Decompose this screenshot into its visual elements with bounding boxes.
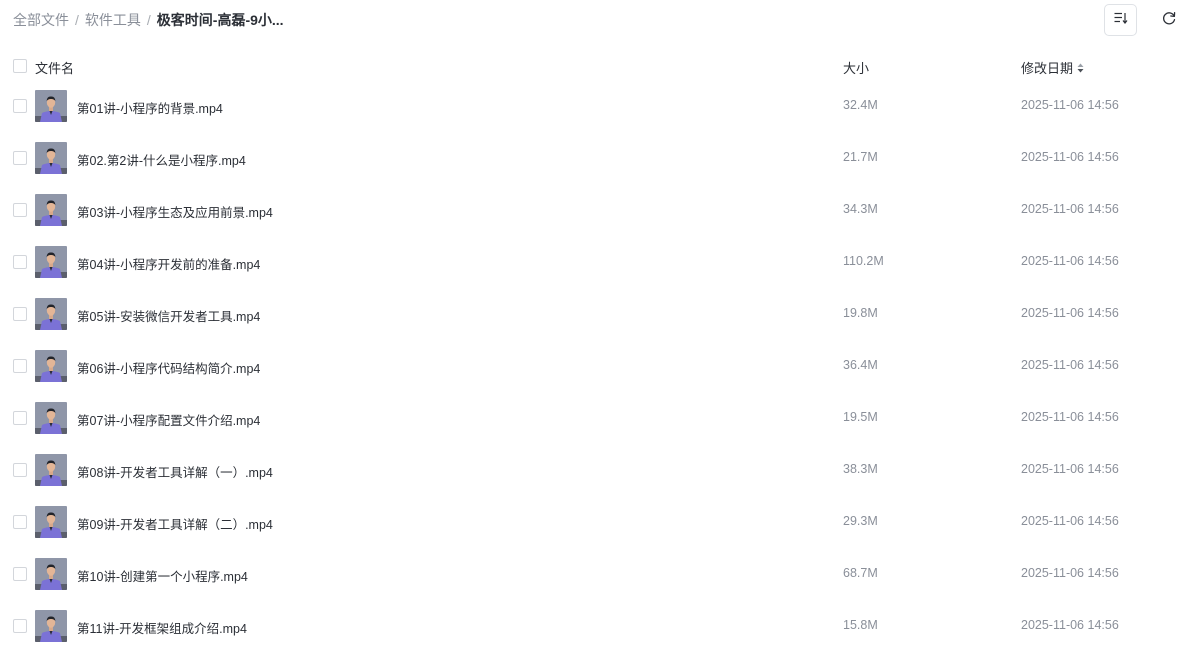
refresh-button[interactable]: [1158, 9, 1180, 31]
table-row[interactable]: 第09讲-开发者工具详解（二）.mp4 29.3M 2025-11-06 14:56: [0, 496, 1184, 548]
file-modified-date: 2025-11-06 14:56: [1021, 358, 1119, 372]
breadcrumb-separator: /: [75, 12, 79, 28]
video-thumbnail[interactable]: [35, 610, 67, 642]
breadcrumb-software-tools[interactable]: 软件工具: [85, 10, 141, 30]
table-header: 文件名 大小 修改日期: [0, 52, 1184, 80]
file-modified-date: 2025-11-06 14:56: [1021, 98, 1119, 112]
video-thumbnail[interactable]: [35, 350, 67, 382]
video-thumbnail[interactable]: [35, 506, 67, 538]
file-size: 36.4M: [843, 358, 878, 372]
file-size: 29.3M: [843, 514, 878, 528]
breadcrumb-current-folder: 极客时间-高磊-9小...: [156, 12, 284, 28]
table-row[interactable]: 第02.第2讲-什么是小程序.mp4 21.7M 2025-11-06 14:56: [0, 132, 1184, 184]
table-row[interactable]: 第01讲-小程序的背景.mp4 32.4M 2025-11-06 14:56: [0, 80, 1184, 132]
column-header-name[interactable]: 文件名: [35, 58, 74, 77]
refresh-icon: [1161, 10, 1177, 31]
video-thumbnail[interactable]: [35, 194, 67, 226]
sort-button[interactable]: [1104, 4, 1137, 36]
row-checkbox[interactable]: [13, 515, 27, 529]
file-size: 68.7M: [843, 566, 878, 580]
file-modified-date: 2025-11-06 14:56: [1021, 254, 1119, 268]
file-name[interactable]: 第06讲-小程序代码结构简介.mp4: [77, 358, 260, 377]
file-modified-date: 2025-11-06 14:56: [1021, 618, 1119, 632]
file-name[interactable]: 第07讲-小程序配置文件介绍.mp4: [77, 410, 260, 429]
sort-list-icon: [1114, 11, 1128, 29]
row-checkbox[interactable]: [13, 619, 27, 633]
table-row[interactable]: 第07讲-小程序配置文件介绍.mp4 19.5M 2025-11-06 14:56: [0, 392, 1184, 444]
row-checkbox[interactable]: [13, 359, 27, 373]
table-row[interactable]: 第05讲-安装微信开发者工具.mp4 19.8M 2025-11-06 14:56: [0, 288, 1184, 340]
file-modified-date: 2025-11-06 14:56: [1021, 566, 1119, 580]
row-checkbox[interactable]: [13, 203, 27, 217]
table-row[interactable]: 第04讲-小程序开发前的准备.mp4 110.2M 2025-11-06 14:56: [0, 236, 1184, 288]
table-row[interactable]: 第06讲-小程序代码结构简介.mp4 36.4M 2025-11-06 14:56: [0, 340, 1184, 392]
file-name[interactable]: 第11讲-开发框架组成介绍.mp4: [77, 618, 247, 637]
row-checkbox[interactable]: [13, 99, 27, 113]
file-size: 19.8M: [843, 306, 878, 320]
file-modified-date: 2025-11-06 14:56: [1021, 462, 1119, 476]
file-name[interactable]: 第08讲-开发者工具详解（一）.mp4: [77, 462, 273, 481]
breadcrumb-all-files[interactable]: 全部文件: [13, 10, 69, 30]
row-checkbox[interactable]: [13, 151, 27, 165]
file-size: 19.5M: [843, 410, 878, 424]
sort-caret-icon: [1077, 63, 1084, 73]
file-size: 32.4M: [843, 98, 878, 112]
select-all-checkbox[interactable]: [13, 59, 27, 73]
file-modified-date: 2025-11-06 14:56: [1021, 410, 1119, 424]
file-modified-date: 2025-11-06 14:56: [1021, 306, 1119, 320]
file-name[interactable]: 第10讲-创建第一个小程序.mp4: [77, 566, 248, 585]
row-checkbox[interactable]: [13, 411, 27, 425]
row-checkbox[interactable]: [13, 255, 27, 269]
top-bar: 全部文件 / 软件工具 / 极客时间-高磊-9小...: [0, 0, 1184, 40]
file-modified-date: 2025-11-06 14:56: [1021, 150, 1119, 164]
video-thumbnail[interactable]: [35, 246, 67, 278]
breadcrumb: 全部文件 / 软件工具 / 极客时间-高磊-9小...: [13, 10, 284, 30]
video-thumbnail[interactable]: [35, 142, 67, 174]
table-row[interactable]: 第10讲-创建第一个小程序.mp4 68.7M 2025-11-06 14:56: [0, 548, 1184, 600]
row-checkbox[interactable]: [13, 307, 27, 321]
column-header-date-label: 修改日期: [1021, 61, 1074, 76]
file-modified-date: 2025-11-06 14:56: [1021, 202, 1119, 216]
video-thumbnail[interactable]: [35, 454, 67, 486]
file-size: 34.3M: [843, 202, 878, 216]
file-name[interactable]: 第01讲-小程序的背景.mp4: [77, 98, 223, 117]
file-size: 110.2M: [843, 254, 884, 268]
row-checkbox[interactable]: [13, 567, 27, 581]
file-size: 21.7M: [843, 150, 878, 164]
file-name[interactable]: 第02.第2讲-什么是小程序.mp4: [77, 150, 246, 169]
file-name[interactable]: 第09讲-开发者工具详解（二）.mp4: [77, 514, 273, 533]
video-thumbnail[interactable]: [35, 402, 67, 434]
file-name[interactable]: 第04讲-小程序开发前的准备.mp4: [77, 254, 260, 273]
video-thumbnail[interactable]: [35, 298, 67, 330]
file-size: 38.3M: [843, 462, 878, 476]
row-checkbox[interactable]: [13, 463, 27, 477]
file-size: 15.8M: [843, 618, 878, 632]
video-thumbnail[interactable]: [35, 90, 67, 122]
file-name[interactable]: 第03讲-小程序生态及应用前景.mp4: [77, 202, 273, 221]
file-name[interactable]: 第05讲-安装微信开发者工具.mp4: [77, 306, 260, 325]
file-modified-date: 2025-11-06 14:56: [1021, 514, 1119, 528]
breadcrumb-separator: /: [146, 12, 151, 28]
table-row[interactable]: 第03讲-小程序生态及应用前景.mp4 34.3M 2025-11-06 14:56: [0, 184, 1184, 236]
video-thumbnail[interactable]: [35, 558, 67, 590]
column-header-size[interactable]: 大小: [843, 58, 869, 77]
column-header-date[interactable]: 修改日期: [1021, 58, 1084, 77]
table-row[interactable]: 第08讲-开发者工具详解（一）.mp4 38.3M 2025-11-06 14:56: [0, 444, 1184, 496]
table-row[interactable]: 第11讲-开发框架组成介绍.mp4 15.8M 2025-11-06 14:56: [0, 600, 1184, 652]
